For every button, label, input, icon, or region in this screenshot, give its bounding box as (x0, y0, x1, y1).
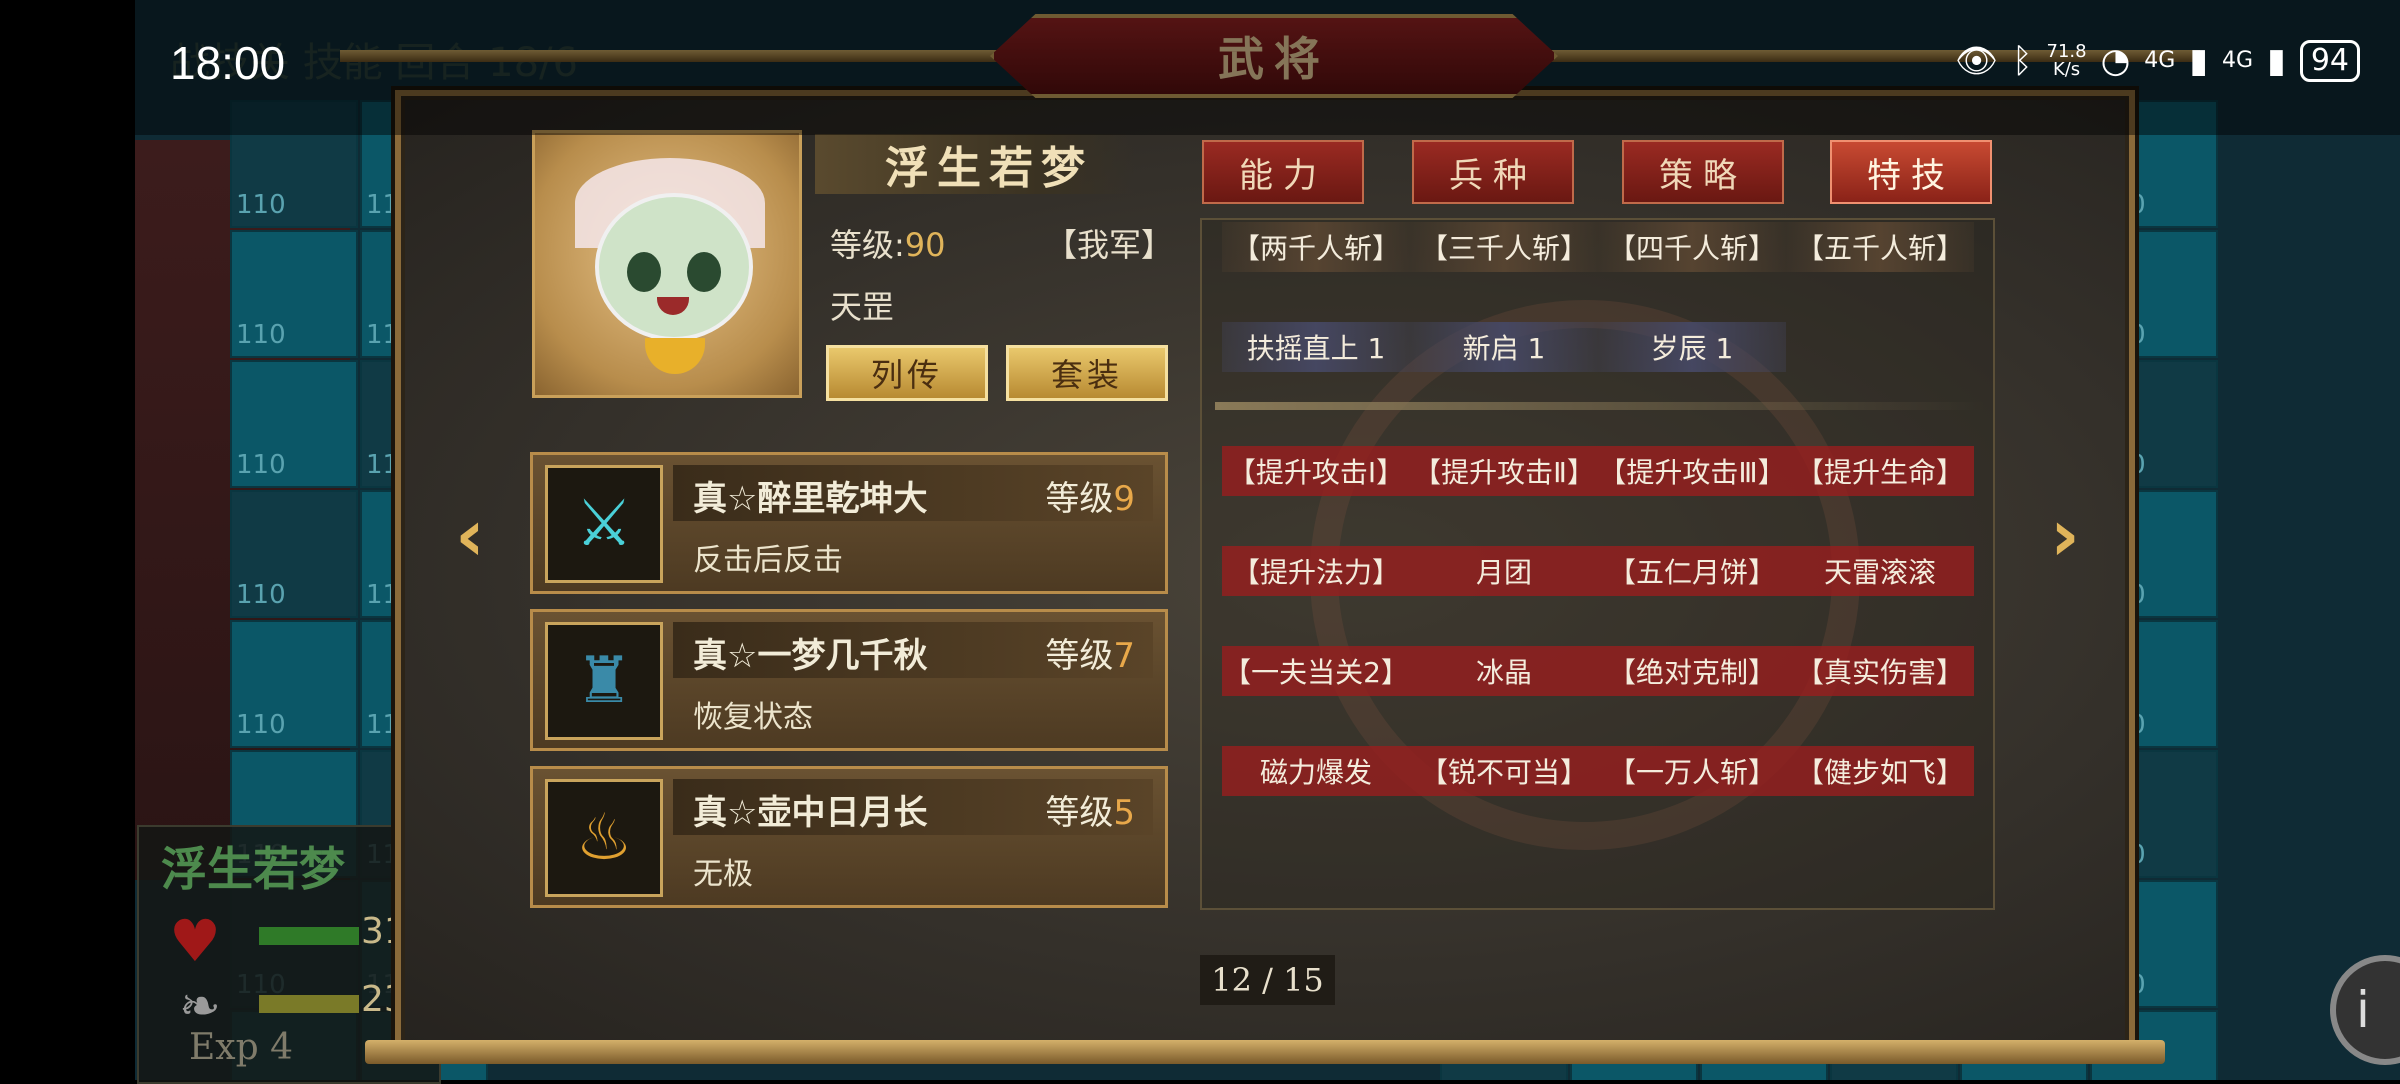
general-faction: 【我军】 (1045, 226, 1174, 264)
hp-bar (259, 927, 359, 945)
item-effect: 恢复状态 (693, 700, 813, 735)
general-portrait[interactable] (532, 130, 802, 398)
item-level-label: 等级 (1045, 636, 1114, 676)
heart-icon: ♥ (169, 907, 221, 975)
item-level: 等级9 (1045, 471, 1135, 520)
tab-troop-type[interactable]: 兵种 (1412, 140, 1574, 204)
exp-text: Exp 4 (189, 1027, 293, 1068)
sword-icon: ⚔ (545, 465, 663, 583)
portrait-eye (627, 252, 661, 292)
status-icons: 👁 ᛒ 71.8 K/s ◔ 4G ▮ 4G ▮ 94 (1955, 40, 2360, 82)
equipment-item[interactable]: ♨ 真☆壶中日月长 等级5 无极 (530, 766, 1168, 908)
tab-special-skills[interactable]: 特技 (1830, 140, 1992, 204)
previous-general-arrow-icon[interactable]: ‹ (440, 499, 500, 571)
battery-indicator: 94 (2299, 40, 2360, 82)
skill-chip[interactable]: 【提升攻击Ⅱ】 (1410, 446, 1598, 496)
biography-button[interactable]: 列传 (826, 345, 988, 401)
skill-chip[interactable]: 【真实伤害】 (1786, 646, 1974, 696)
skill-chip[interactable]: 【一万人斩】 (1598, 746, 1786, 796)
skill-chip[interactable]: 【提升攻击Ⅰ】 (1222, 446, 1410, 496)
next-general-arrow-icon[interactable]: › (2035, 499, 2095, 571)
skill-chip[interactable]: 磁力爆发 (1222, 746, 1410, 796)
signal-icon: ▮ (2267, 41, 2286, 81)
general-title: 天罡 (830, 288, 895, 326)
portrait-face (595, 193, 753, 341)
tab-ability[interactable]: 能力 (1202, 140, 1364, 204)
dialog-frame-bottom (365, 1040, 2165, 1064)
network-speed: 71.8 K/s (2047, 43, 2087, 79)
page-indicator: 12 / 15 (1200, 955, 1335, 1005)
skill-chip[interactable]: 新启 1 (1410, 322, 1598, 372)
equipment-item[interactable]: ⚔ 真☆醉里乾坤大 等级9 反击后反击 (530, 452, 1168, 594)
portrait-mouth (657, 297, 689, 315)
item-level-value: 5 (1113, 793, 1135, 833)
map-tile[interactable]: 110 (230, 620, 358, 748)
item-level: 等级7 (1045, 628, 1135, 677)
gourd-icon: ♨ (545, 779, 663, 897)
item-name: 真☆壶中日月长 (693, 793, 928, 833)
skill-chip[interactable]: 【锐不可当】 (1410, 746, 1598, 796)
item-level: 等级5 (1045, 785, 1135, 834)
skill-chip[interactable]: 月团 (1410, 546, 1598, 596)
status-bar: 18:00 👁 ᛒ 71.8 K/s ◔ 4G ▮ 4G ▮ 94 (0, 0, 2400, 135)
map-tile[interactable]: 110 (230, 230, 358, 358)
equipment-item[interactable]: ♜ 真☆一梦几千秋 等级7 恢复状态 (530, 609, 1168, 751)
item-level-value: 7 (1113, 636, 1135, 676)
skill-chip[interactable]: 【一夫当关2】 (1222, 646, 1410, 696)
portrait-eye (687, 252, 721, 292)
skill-chip[interactable]: 【提升攻击Ⅲ】 (1598, 446, 1786, 496)
bluetooth-icon: ᛒ (2012, 41, 2033, 81)
item-effect: 无极 (693, 857, 753, 892)
skill-chip[interactable]: 【两千人斩】 (1222, 222, 1410, 272)
section-divider (1215, 402, 1985, 410)
general-level: 等级:90 (830, 220, 946, 266)
status-time: 18:00 (170, 37, 286, 89)
item-level-label: 等级 (1045, 793, 1114, 833)
unit-name: 浮生若梦 (161, 842, 345, 896)
level-value: 90 (904, 226, 946, 264)
general-name: 浮生若梦 (815, 134, 1135, 194)
tab-strategy[interactable]: 策略 (1622, 140, 1784, 204)
item-level-label: 等级 (1045, 479, 1114, 519)
item-name: 真☆醉里乾坤大 (693, 479, 928, 519)
mp-bar (259, 995, 359, 1013)
skill-chip[interactable]: 【五仁月饼】 (1598, 546, 1786, 596)
armor-icon: ♜ (545, 622, 663, 740)
map-tile[interactable]: 110 (230, 490, 358, 618)
level-label: 等级: (830, 226, 905, 264)
skill-chip[interactable]: 天雷滚滚 (1786, 546, 1974, 596)
skill-chip[interactable]: 【提升生命】 (1786, 446, 1974, 496)
map-tile[interactable]: 110 (230, 360, 358, 488)
speed-unit: K/s (2052, 59, 2081, 80)
equipment-set-button[interactable]: 套装 (1006, 345, 1168, 401)
skill-chip[interactable]: 【绝对克制】 (1598, 646, 1786, 696)
signal-1-label: 4G (2144, 48, 2176, 73)
signal-2-label: 4G (2222, 48, 2254, 73)
gold-ingot-icon (645, 338, 705, 374)
skill-chip[interactable]: 【提升法力】 (1222, 546, 1410, 596)
skill-chip[interactable]: 【三千人斩】 (1410, 222, 1598, 272)
skill-chip[interactable]: 【四千人斩】 (1598, 222, 1786, 272)
item-level-value: 9 (1113, 479, 1135, 519)
eye-icon: 👁 (1954, 41, 1999, 81)
skill-chip[interactable]: 岁辰 1 (1598, 322, 1786, 372)
item-name: 真☆一梦几千秋 (693, 636, 928, 676)
skill-chip[interactable]: 【健步如飞】 (1786, 746, 1974, 796)
item-effect: 反击后反击 (693, 543, 843, 578)
skill-chip[interactable]: 扶摇直上 1 (1222, 322, 1410, 372)
skill-chip[interactable]: 【五千人斩】 (1786, 222, 1974, 272)
signal-icon: ▮ (2189, 41, 2209, 81)
skill-chip[interactable]: 冰晶 (1410, 646, 1598, 696)
wifi-icon: ◔ (2100, 41, 2131, 81)
